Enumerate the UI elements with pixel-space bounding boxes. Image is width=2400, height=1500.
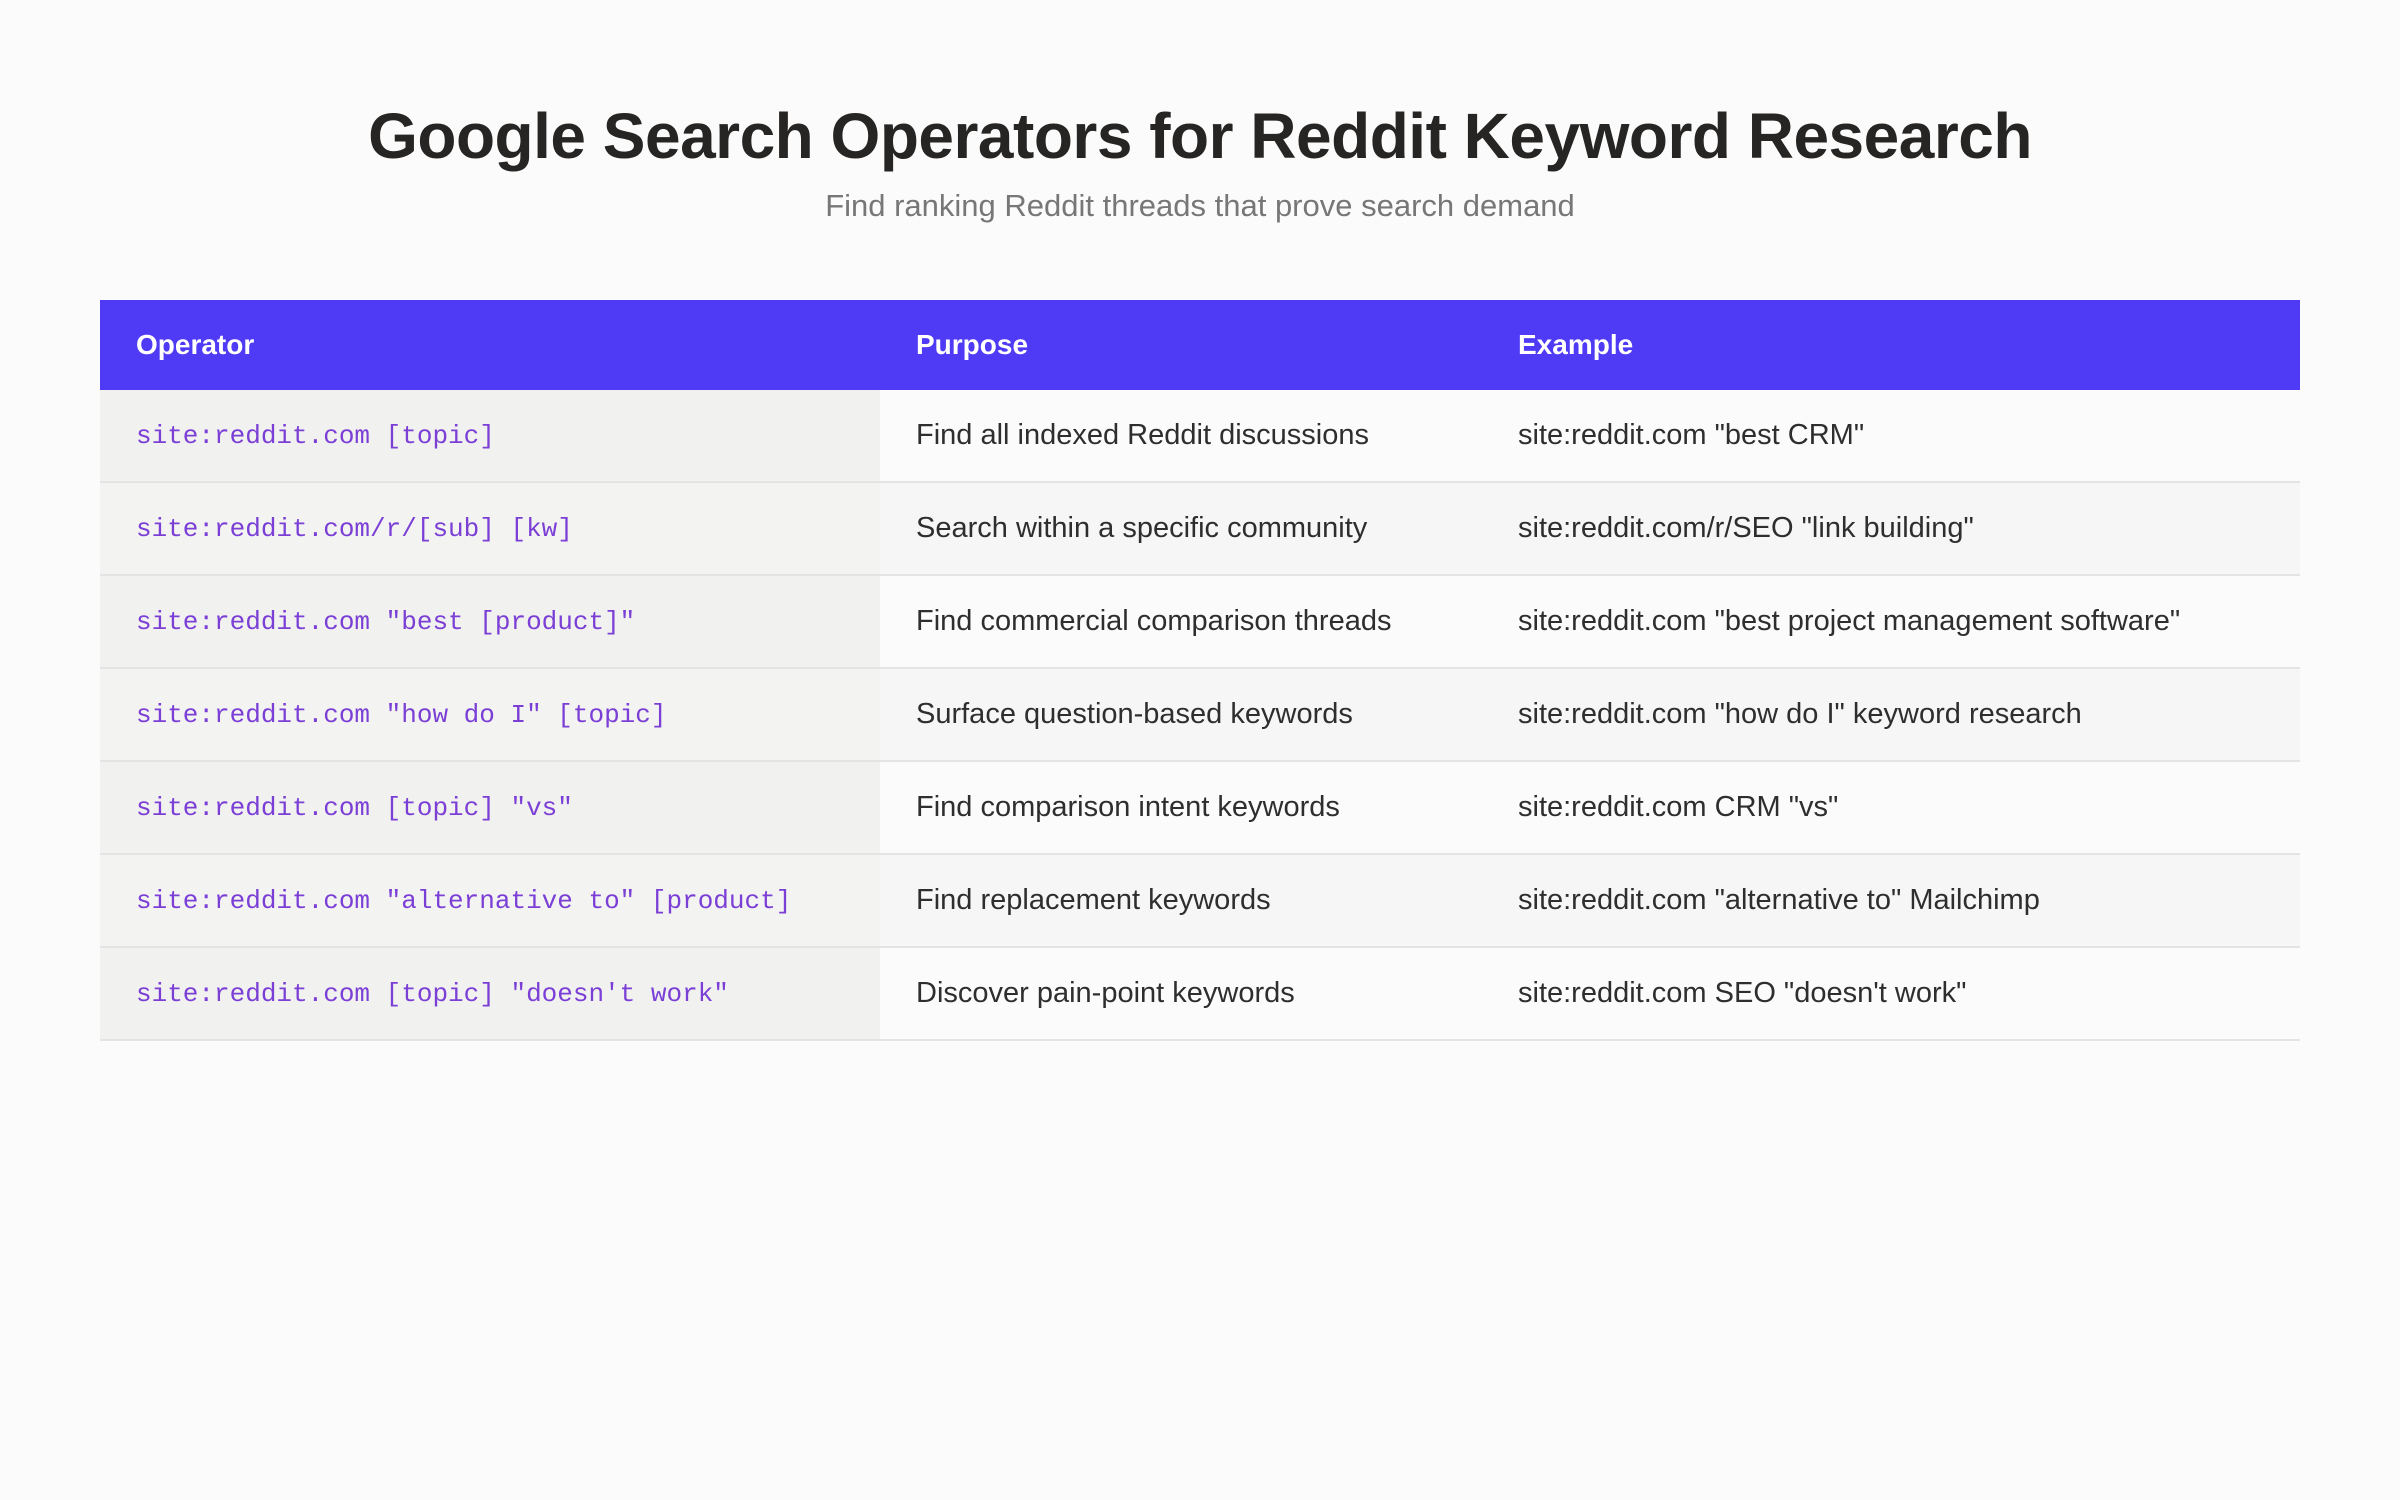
table-header-row: Operator Purpose Example [100,300,2300,390]
operator-cell: site:reddit.com "alternative to" [produc… [100,854,880,948]
table-row: site:reddit.com "how do I" [topic] Surfa… [100,668,2300,762]
example-cell: site:reddit.com CRM "vs" [1482,761,2300,855]
example-cell: site:reddit.com "alternative to" Mailchi… [1482,854,2300,948]
column-header-example: Example [1482,300,2300,390]
example-cell: site:reddit.com "how do I" keyword resea… [1482,668,2300,762]
table-row: site:reddit.com "best [product]" Find co… [100,575,2300,669]
operator-cell: site:reddit.com/r/[sub] [kw] [100,482,880,576]
example-cell: site:reddit.com/r/SEO "link building" [1482,482,2300,576]
page-subtitle: Find ranking Reddit threads that prove s… [825,188,1575,223]
table-row: site:reddit.com/r/[sub] [kw] Search with… [100,482,2300,576]
operator-cell: site:reddit.com "how do I" [topic] [100,668,880,762]
purpose-cell: Find replacement keywords [880,854,1482,948]
purpose-cell: Surface question-based keywords [880,668,1482,762]
purpose-cell: Discover pain-point keywords [880,947,1482,1041]
operators-table-container: Operator Purpose Example site:reddit.com… [100,300,2300,1041]
column-header-operator: Operator [100,300,880,390]
example-cell: site:reddit.com "best project management… [1482,575,2300,669]
operator-cell: site:reddit.com [topic] "doesn't work" [100,947,880,1041]
operator-cell: site:reddit.com [topic] "vs" [100,761,880,855]
page: Google Search Operators for Reddit Keywo… [0,0,2400,1500]
table-body: site:reddit.com [topic] Find all indexed… [100,390,2300,1041]
example-cell: site:reddit.com SEO "doesn't work" [1482,947,2300,1041]
purpose-cell: Find all indexed Reddit discussions [880,390,1482,483]
purpose-cell: Search within a specific community [880,482,1482,576]
purpose-cell: Find comparison intent keywords [880,761,1482,855]
operator-cell: site:reddit.com "best [product]" [100,575,880,669]
table-row: site:reddit.com [topic] "doesn't work" D… [100,947,2300,1041]
table-header: Operator Purpose Example [100,300,2300,390]
page-header: Google Search Operators for Reddit Keywo… [0,88,2400,226]
page-title: Google Search Operators for Reddit Keywo… [368,100,2032,172]
purpose-cell: Find commercial comparison threads [880,575,1482,669]
table-row: site:reddit.com [topic] "vs" Find compar… [100,761,2300,855]
operator-cell: site:reddit.com [topic] [100,390,880,483]
example-cell: site:reddit.com "best CRM" [1482,390,2300,483]
operators-table: Operator Purpose Example site:reddit.com… [100,300,2300,1041]
table-row: site:reddit.com [topic] Find all indexed… [100,390,2300,483]
table-row: site:reddit.com "alternative to" [produc… [100,854,2300,948]
column-header-purpose: Purpose [880,300,1482,390]
